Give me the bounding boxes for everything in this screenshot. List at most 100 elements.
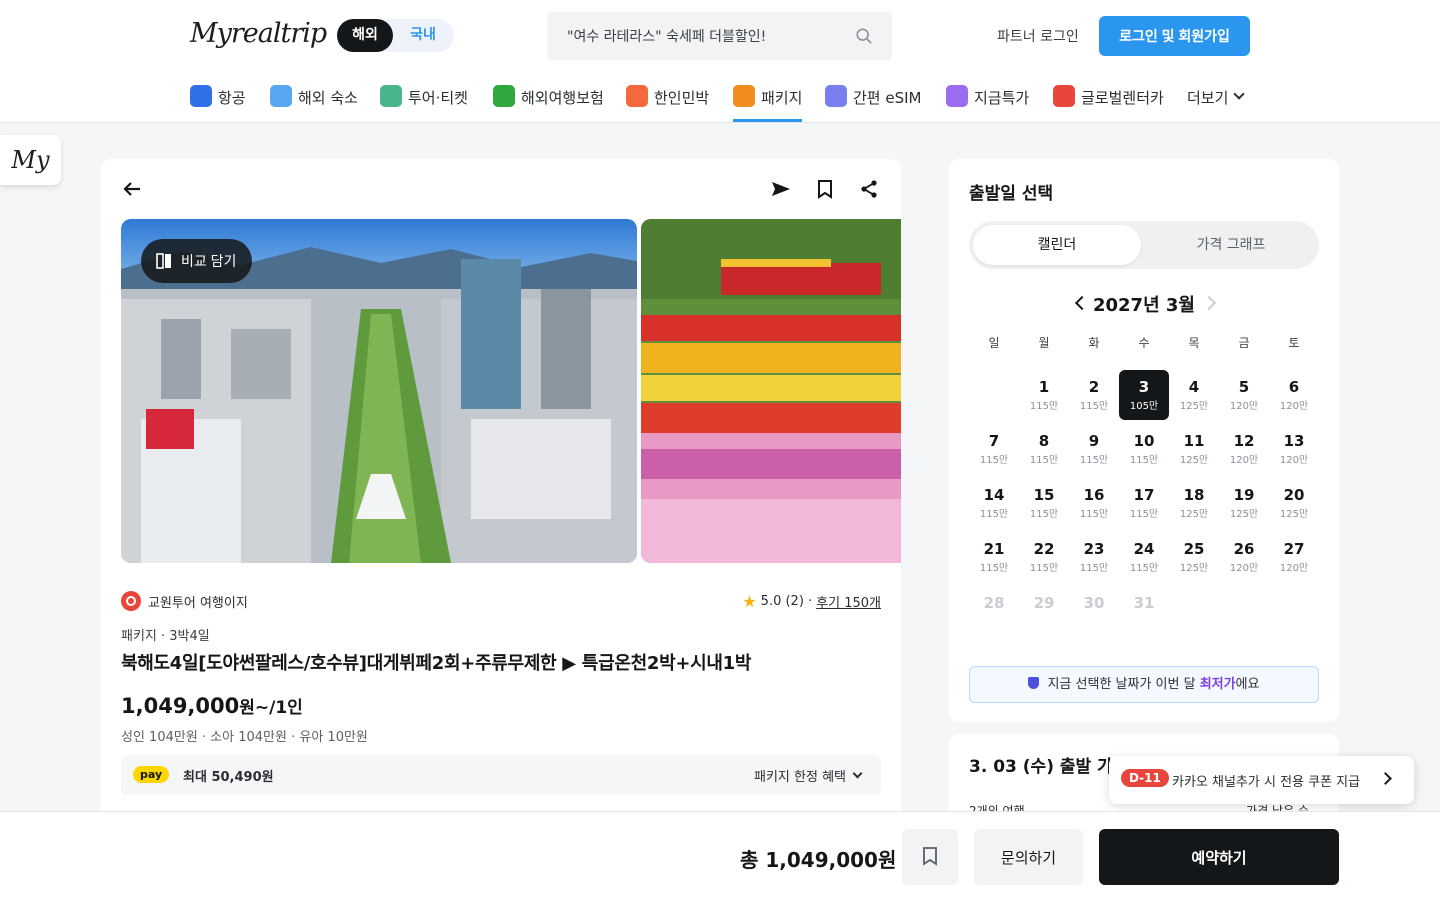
chevron-right-icon[interactable]: [1201, 295, 1217, 311]
calendar-day[interactable]: 25 125만: [1169, 532, 1219, 582]
inquiry-button[interactable]: 문의하기: [974, 829, 1083, 885]
tab-price-graph[interactable]: 가격 그래프: [1147, 225, 1315, 265]
day-number: 14: [983, 486, 1005, 504]
nav-item-7[interactable]: 지금특가: [946, 78, 1029, 122]
day-price: 125만: [1279, 509, 1309, 520]
search-icon[interactable]: [855, 27, 873, 45]
calendar-day[interactable]: 3 105만: [1119, 370, 1169, 420]
chevron-left-icon[interactable]: [1074, 295, 1090, 311]
logo[interactable]: Myrealtrip: [190, 18, 327, 49]
my-floating-tab[interactable]: My: [0, 135, 61, 185]
day-number: 27: [1283, 540, 1305, 558]
calendar-day[interactable]: 23 115만: [1069, 532, 1119, 582]
nav-item-4[interactable]: 한인민박: [626, 78, 709, 122]
benefit-bar[interactable]: pay 최대 50,490원 패키지 한정 혜택: [121, 755, 881, 795]
book-button[interactable]: 예약하기: [1099, 829, 1339, 885]
calendar-day[interactable]: 5 120만: [1219, 370, 1269, 420]
calendar-day[interactable]: 15 115만: [1019, 478, 1069, 528]
nav-item-6[interactable]: 간편 eSIM: [825, 78, 921, 122]
day-number: 23: [1083, 540, 1105, 558]
calendar-day[interactable]: 12 120만: [1219, 424, 1269, 474]
compare-add-button[interactable]: 비교 담기: [141, 239, 253, 283]
day-price: 115만: [1129, 563, 1159, 574]
seller-logo-icon: [121, 591, 141, 611]
send-icon[interactable]: [771, 179, 791, 199]
nav-item-2[interactable]: 투어·티켓: [380, 78, 468, 122]
calendar-day[interactable]: 18 125만: [1169, 478, 1219, 528]
nav-item-3[interactable]: 해외여행보험: [493, 78, 604, 122]
day-number: 8: [1038, 432, 1050, 450]
weekday-label: 금: [1238, 336, 1250, 350]
nav-item-5[interactable]: 패키지: [733, 78, 803, 122]
day-number: 11: [1183, 432, 1205, 450]
calendar-day[interactable]: 2 115만: [1069, 370, 1119, 420]
price-detail: 성인 104만원 · 소아 104만원 · 유아 10만원: [121, 730, 368, 745]
seller-info[interactable]: 교원투어 여행이지: [121, 591, 248, 611]
diamond-icon: [946, 85, 968, 107]
nav-label: 더보기: [1187, 89, 1229, 107]
product-photo-city[interactable]: 비교 담기: [121, 219, 637, 563]
share-icon[interactable]: [859, 179, 879, 199]
region-abroad-tab[interactable]: 해외: [337, 19, 393, 52]
day-number: 16: [1083, 486, 1105, 504]
day-price: 115만: [1129, 455, 1159, 466]
rating-value: 5.0 (2): [760, 594, 804, 609]
calendar-day[interactable]: 17 115만: [1119, 478, 1169, 528]
bookmark-icon[interactable]: [815, 179, 835, 199]
calendar-day[interactable]: 19 125만: [1219, 478, 1269, 528]
calendar-day[interactable]: 22 115만: [1019, 532, 1069, 582]
calendar-day[interactable]: 9 115만: [1069, 424, 1119, 474]
calendar-day[interactable]: 4 125만: [1169, 370, 1219, 420]
nav-item-1[interactable]: 해외 숙소: [270, 78, 358, 122]
region-domestic-tab[interactable]: 국내: [397, 19, 449, 52]
login-signup-button[interactable]: 로그인 및 회원가입: [1099, 16, 1250, 56]
kakao-coupon-toast[interactable]: D-11 카카오 채널추가 시 전용 쿠폰 지급: [1109, 756, 1414, 804]
nav-item-0[interactable]: 항공: [190, 78, 246, 122]
back-arrow-icon[interactable]: [122, 179, 142, 199]
calendar-day[interactable]: 10 115만: [1119, 424, 1169, 474]
calendar-day: 30: [1069, 586, 1119, 636]
calendar-day[interactable]: 1 115만: [1019, 370, 1069, 420]
calendar-day[interactable]: 21 115만: [969, 532, 1019, 582]
month-navigator: 2027년 3월: [949, 291, 1339, 317]
bookmark-button[interactable]: [902, 829, 958, 885]
nav-item-8[interactable]: 글로벌렌터카: [1053, 78, 1164, 122]
price-unit: 원~/1인: [239, 698, 303, 718]
calendar-day[interactable]: 24 115만: [1119, 532, 1169, 582]
calendar-day[interactable]: 20 125만: [1269, 478, 1319, 528]
chevron-right-icon: [1379, 772, 1392, 785]
calendar-day[interactable]: 16 115만: [1069, 478, 1119, 528]
partner-login-link[interactable]: 파트너 로그인: [997, 26, 1079, 46]
nav-item-9[interactable]: 더보기: [1187, 78, 1246, 122]
calendar-day[interactable]: 8 115만: [1019, 424, 1069, 474]
tab-calendar[interactable]: 캘린더: [973, 225, 1141, 265]
bookmark-icon: [923, 846, 937, 866]
benefit-toggle[interactable]: 패키지 한정 혜택: [754, 766, 863, 785]
nav-label: 간편 eSIM: [853, 89, 922, 107]
review-link[interactable]: 후기 150개: [816, 592, 881, 611]
calendar-day[interactable]: 27 120만: [1269, 532, 1319, 582]
calendar-day[interactable]: 13 120만: [1269, 424, 1319, 474]
day-number: 25: [1183, 540, 1205, 558]
day-number: 2: [1088, 378, 1100, 396]
compare-icon: [156, 253, 171, 269]
calendar-day[interactable]: 6 120만: [1269, 370, 1319, 420]
calendar-day[interactable]: 14 115만: [969, 478, 1019, 528]
seller-name: 교원투어 여행이지: [148, 595, 248, 611]
product-photo-flowers[interactable]: [641, 219, 901, 563]
calendar-day[interactable]: 26 120만: [1219, 532, 1269, 582]
calendar-day[interactable]: 7 115만: [969, 424, 1019, 474]
day-price: 125만: [1179, 401, 1209, 412]
day-price: 115만: [1029, 401, 1059, 412]
day-number: 24: [1133, 540, 1155, 558]
day-number: 19: [1233, 486, 1255, 504]
search-input[interactable]: "여수 라테라스" 숙세페 더블할인!: [547, 12, 892, 60]
calendar-day[interactable]: 11 125만: [1169, 424, 1219, 474]
day-price: 105만: [1129, 401, 1159, 412]
total-price: 총 1,049,000원: [740, 848, 897, 872]
rating-summary: ★ 5.0 (2) · 후기 150개: [742, 592, 881, 611]
nav-label: 항공: [218, 89, 246, 107]
nav-label: 글로벌렌터카: [1081, 89, 1164, 107]
departure-title: 출발일 선택: [969, 184, 1054, 204]
lowest-price-notice: 지금 선택한 날짜가 이번 달 최저가에요: [969, 666, 1319, 703]
